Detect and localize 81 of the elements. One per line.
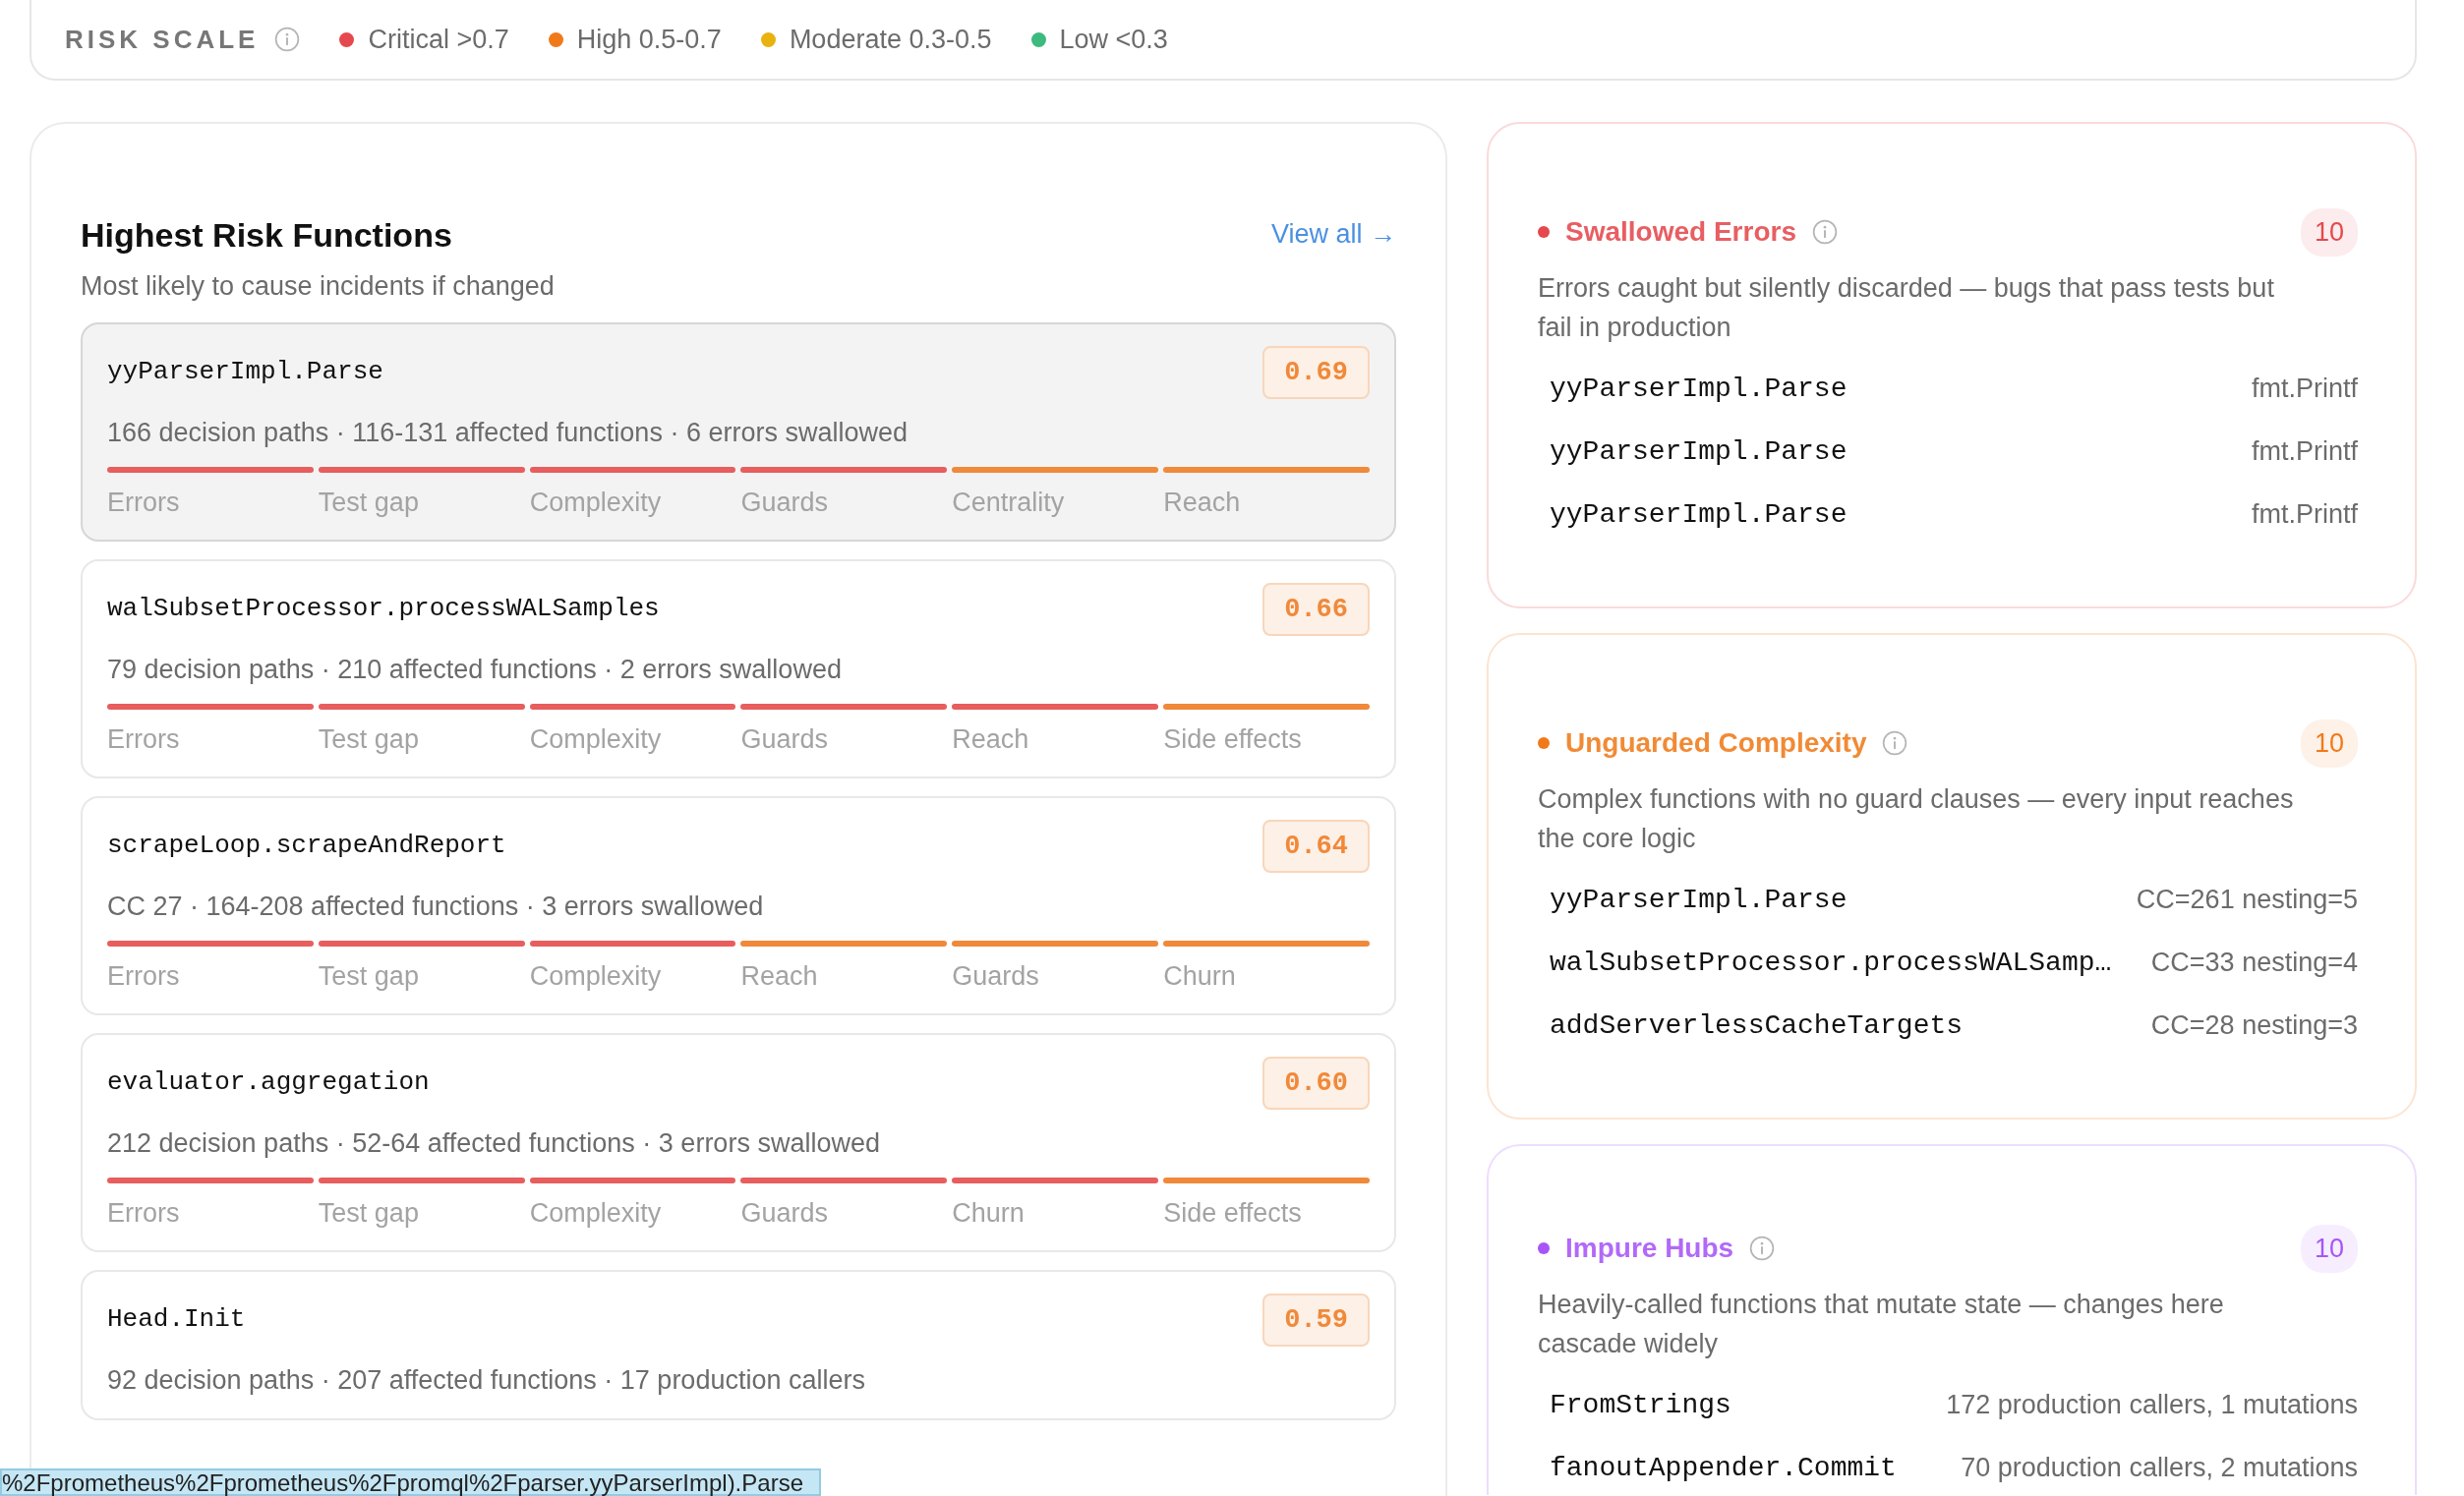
count-badge: 10 — [2301, 719, 2358, 768]
function-name: addServerlessCacheTargets — [1550, 1008, 1964, 1043]
factor-label: Centrality — [952, 486, 1066, 519]
function-name: walSubsetProcessor.processWALSamp… — [1550, 946, 2112, 980]
factor-label: Errors — [107, 959, 181, 993]
function-stats: 166 decision paths · 116-131 affected functions · 6 errors swallowed — [107, 417, 909, 449]
function-card[interactable]: walSubsetProcessor.processWALSamples 0.66 79 decision paths · 210 affected functions · 2 errors swallowed Errors Test gap Complexity Guards Reach Side effects — [81, 558, 1396, 778]
function-detail: fmt.Printf — [2252, 498, 2358, 532]
factor-label: Side effects — [1163, 722, 1303, 756]
function-name: yyParserImpl.Parse — [1550, 883, 1848, 917]
factor-label: Reach — [1163, 486, 1242, 519]
function-card[interactable]: evaluator.aggregation 0.60 212 decision paths · 52-64 affected functions · 3 errors swallowed Errors Test gap Complexity Guards Churn Side effects — [81, 1032, 1396, 1252]
info-icon[interactable] — [274, 27, 301, 52]
category-description: Heavily-called functions that mutate state — changes here cascade widely — [1538, 1288, 2225, 1360]
factor-label: Churn — [1163, 959, 1237, 993]
factor-label: Churn — [952, 1196, 1026, 1230]
factor-label: Test gap — [318, 722, 420, 756]
factor-label: Guards — [740, 486, 830, 519]
function-detail: fmt.Printf — [2252, 435, 2358, 469]
function-name: yyParserImpl.Parse — [1550, 434, 1848, 469]
factor-label: Complexity — [529, 486, 663, 519]
function-detail: CC=28 nesting=3 — [2150, 1009, 2358, 1043]
function-card[interactable]: scrapeLoop.scrapeAndReport 0.64 CC 27 · 164-208 affected functions · 3 errors swallowed Errors Test gap Complexity Reach Guards Churn — [81, 795, 1396, 1015]
function-stats: CC 27 · 164-208 affected functions · 3 errors swallowed — [107, 891, 765, 923]
function-detail: 70 production callers, 2 mutations — [1961, 1452, 2358, 1485]
function-name: yyParserImpl.Parse — [107, 356, 383, 389]
info-icon[interactable] — [1882, 730, 1908, 757]
count-badge: 10 — [2301, 208, 2358, 257]
factor-label: Test gap — [318, 959, 420, 993]
category-title: Unguarded Complexity — [1565, 726, 1867, 761]
category-description: Complex functions with no guard clauses — every input reaches the core logic — [1538, 782, 2295, 855]
function-detail: 172 production callers, 1 mutations — [1946, 1389, 2358, 1422]
factor-label: Test gap — [318, 486, 420, 519]
info-icon[interactable] — [1811, 219, 1838, 246]
factor-label: Test gap — [318, 1196, 420, 1230]
function-name: yyParserImpl.Parse — [1550, 497, 1848, 532]
factor-label: Complexity — [529, 959, 663, 993]
factor-label: Reach — [740, 959, 819, 993]
function-name: fanoutAppender.Commit — [1550, 1451, 1897, 1485]
risk-score: 0.64 — [1262, 819, 1370, 873]
factor-label: Errors — [107, 486, 181, 519]
factor-label: Guards — [740, 1196, 830, 1230]
category-description: Errors caught but silently discarded — bugs that pass tests but fail in production — [1538, 271, 2275, 344]
panel-title: Highest Risk Functions — [81, 215, 453, 256]
panel-subtitle: Most likely to cause incidents if changed — [81, 270, 555, 303]
function-card[interactable]: Head.Init 0.59 92 decision paths · 207 affected functions · 17 production callers — [81, 1269, 1396, 1420]
category-title: Swallowed Errors — [1565, 215, 1796, 250]
legend-label: High 0.5-0.7 — [576, 23, 722, 56]
risk-score: 0.59 — [1262, 1293, 1370, 1347]
function-name: yyParserImpl.Parse — [1550, 372, 1848, 406]
status-url: %2Fprometheus%2Fprometheus%2Fpromql%2Fparser.yyParserImpl).Parse — [0, 1468, 821, 1496]
function-stats: 79 decision paths · 210 affected functions · 2 errors swallowed — [107, 654, 843, 686]
factor-label: Complexity — [529, 1196, 663, 1230]
factor-label: Complexity — [529, 722, 663, 756]
function-name: scrapeLoop.scrapeAndReport — [107, 830, 506, 863]
function-stats: 92 decision paths · 207 affected functions · 17 production callers — [107, 1364, 866, 1397]
count-badge: 10 — [2301, 1225, 2358, 1273]
factor-label: Side effects — [1163, 1196, 1303, 1230]
function-detail: CC=33 nesting=4 — [2150, 947, 2358, 980]
factor-label: Errors — [107, 722, 181, 756]
function-name: FromStrings — [1550, 1388, 1731, 1422]
function-stats: 212 decision paths · 52-64 affected functions · 3 errors swallowed — [107, 1127, 881, 1160]
risk-score: 0.66 — [1262, 582, 1370, 636]
factor-label: Guards — [740, 722, 830, 756]
function-card[interactable]: yyParserImpl.Parse 0.69 166 decision paths · 116-131 affected functions · 6 errors swallowed Errors Test gap Complexity Guards Centrality Reach — [81, 321, 1396, 542]
function-name: Head.Init — [107, 1303, 246, 1337]
function-detail: CC=261 nesting=5 — [2136, 884, 2358, 917]
legend-label: Low <0.3 — [1059, 23, 1168, 56]
factor-label: Errors — [107, 1196, 181, 1230]
category-title: Impure Hubs — [1565, 1232, 1734, 1266]
risk-score: 0.69 — [1262, 345, 1370, 399]
legend-label: Critical >0.7 — [368, 23, 509, 56]
legend-label: Moderate 0.3-0.5 — [789, 23, 992, 56]
risk-score: 0.60 — [1262, 1056, 1370, 1110]
function-name: walSubsetProcessor.processWALSamples — [107, 593, 660, 626]
scale-label: RISK SCALE — [65, 23, 260, 56]
info-icon[interactable] — [1749, 1236, 1776, 1262]
factor-label: Guards — [952, 959, 1040, 993]
function-detail: fmt.Printf — [2252, 373, 2358, 406]
factor-label: Reach — [952, 722, 1030, 756]
function-name: evaluator.aggregation — [107, 1066, 430, 1100]
